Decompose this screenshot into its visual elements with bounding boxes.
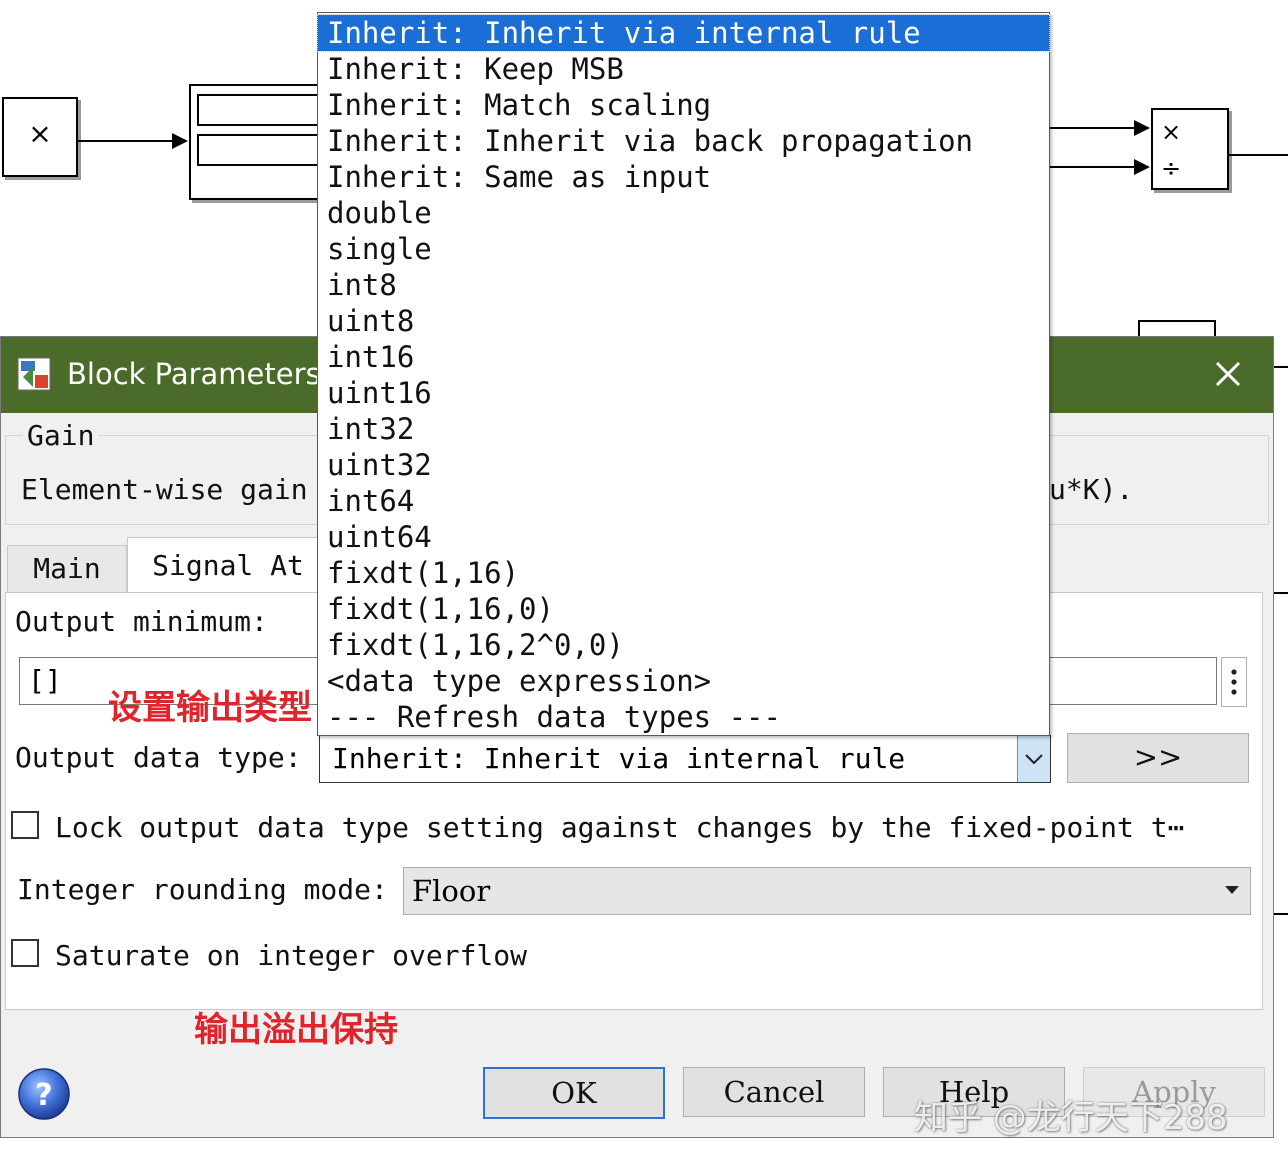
chevron-down-icon bbox=[1025, 754, 1043, 765]
tab-main-label: Main bbox=[33, 552, 101, 585]
caret-down-icon bbox=[1225, 886, 1239, 894]
product-block[interactable]: × bbox=[2, 97, 78, 177]
dropdown-option[interactable]: uint16 bbox=[318, 375, 1049, 411]
dialog-title: Block Parameters bbox=[67, 357, 321, 391]
dropdown-option[interactable]: Inherit: Keep MSB bbox=[318, 51, 1049, 87]
lock-output-checkbox[interactable] bbox=[11, 811, 39, 839]
divide-block[interactable]: × ÷ bbox=[1151, 108, 1229, 190]
block-description: Element-wise gain bbox=[21, 473, 308, 506]
tab-main[interactable]: Main bbox=[7, 545, 127, 592]
dropdown-option[interactable]: uint64 bbox=[318, 519, 1049, 555]
ok-button[interactable]: OK bbox=[483, 1067, 665, 1119]
dropdown-option[interactable]: fixdt(1,16,0) bbox=[318, 591, 1049, 627]
signal-arrowhead bbox=[1134, 120, 1150, 136]
tab-signal-attributes-label: Signal At bbox=[152, 549, 304, 582]
signal-line bbox=[1048, 166, 1136, 168]
dropdown-option[interactable]: Inherit: Match scaling bbox=[318, 87, 1049, 123]
block-name-label: Gain bbox=[23, 419, 99, 452]
selector-block[interactable] bbox=[189, 84, 333, 200]
dropdown-toggle[interactable] bbox=[1017, 736, 1050, 782]
signal-line bbox=[1272, 913, 1288, 915]
output-data-type-value: Inherit: Inherit via internal rule bbox=[332, 742, 906, 775]
help-question-icon[interactable]: ? bbox=[17, 1067, 71, 1121]
tab-signal-attributes[interactable]: Signal At bbox=[127, 537, 329, 594]
watermark: 知乎 @龙行天下288 bbox=[914, 1098, 1228, 1138]
cancel-button[interactable]: Cancel bbox=[683, 1067, 865, 1117]
dropdown-option[interactable]: int8 bbox=[318, 267, 1049, 303]
saturate-checkbox[interactable] bbox=[11, 939, 39, 967]
dropdown-option[interactable]: fixdt(1,16) bbox=[318, 555, 1049, 591]
output-data-type-select[interactable]: Inherit: Inherit via internal rule bbox=[319, 735, 1051, 783]
signal-line bbox=[1048, 127, 1136, 129]
data-type-dropdown-list[interactable]: Inherit: Inherit via internal rule Inheri… bbox=[317, 12, 1050, 736]
ok-label: OK bbox=[551, 1076, 597, 1110]
divide-port-symbol: ÷ bbox=[1161, 154, 1182, 182]
output-minimum-label: Output minimum: bbox=[15, 605, 268, 638]
dropdown-option[interactable]: <data type expression> bbox=[318, 663, 1049, 699]
dropdown-option[interactable]: Inherit: Inherit via internal rule bbox=[317, 14, 1050, 52]
simulink-block-icon bbox=[17, 357, 51, 391]
rounding-mode-select[interactable]: Floor bbox=[403, 867, 1251, 915]
signal-line bbox=[78, 140, 174, 142]
output-data-type-label: Output data type: bbox=[15, 741, 302, 774]
close-icon[interactable] bbox=[1206, 355, 1250, 395]
rounding-mode-value: Floor bbox=[412, 874, 491, 908]
signal-arrowhead bbox=[1134, 159, 1150, 175]
multiply-port-symbol: × bbox=[1161, 118, 1182, 146]
cancel-label: Cancel bbox=[723, 1075, 825, 1109]
dropdown-option[interactable]: int16 bbox=[318, 339, 1049, 375]
signal-line bbox=[1272, 366, 1288, 368]
signal-arrowhead bbox=[172, 133, 188, 149]
vertical-ellipsis-icon bbox=[1231, 669, 1237, 695]
dropdown-option[interactable]: int32 bbox=[318, 411, 1049, 447]
saturate-label: Saturate on integer overflow bbox=[55, 939, 528, 972]
dropdown-option[interactable]: int64 bbox=[318, 483, 1049, 519]
product-symbol: × bbox=[28, 117, 52, 150]
lock-output-label: Lock output data type setting against ch… bbox=[55, 811, 1185, 844]
dropdown-option[interactable]: Inherit: Inherit via back propagation bbox=[318, 123, 1049, 159]
dropdown-option[interactable]: fixdt(1,16,2^0,0) bbox=[318, 627, 1049, 663]
dropdown-option[interactable]: Inherit: Same as input bbox=[318, 159, 1049, 195]
dropdown-option[interactable]: uint32 bbox=[318, 447, 1049, 483]
output-minimum-value: [] bbox=[28, 664, 62, 697]
signal-line bbox=[1272, 592, 1288, 594]
dropdown-option[interactable]: uint8 bbox=[318, 303, 1049, 339]
dropdown-option[interactable]: double bbox=[318, 195, 1049, 231]
block-description-tail: u*K). bbox=[1049, 473, 1134, 506]
signal-line bbox=[1227, 154, 1288, 156]
data-type-assistant-button[interactable]: >> bbox=[1067, 733, 1249, 783]
dropdown-option[interactable]: --- Refresh data types --- bbox=[318, 699, 1049, 735]
annotation-set-output-type: 设置输出类型 bbox=[108, 688, 312, 728]
annotation-saturate-note: 输出溢出保持 bbox=[194, 1010, 398, 1050]
data-type-assistant-label: >> bbox=[1133, 740, 1183, 774]
output-minimum-options-button[interactable] bbox=[1221, 657, 1247, 707]
dropdown-option[interactable]: single bbox=[318, 231, 1049, 267]
rounding-mode-label: Integer rounding mode: bbox=[17, 873, 388, 906]
svg-text:?: ? bbox=[35, 1078, 52, 1113]
